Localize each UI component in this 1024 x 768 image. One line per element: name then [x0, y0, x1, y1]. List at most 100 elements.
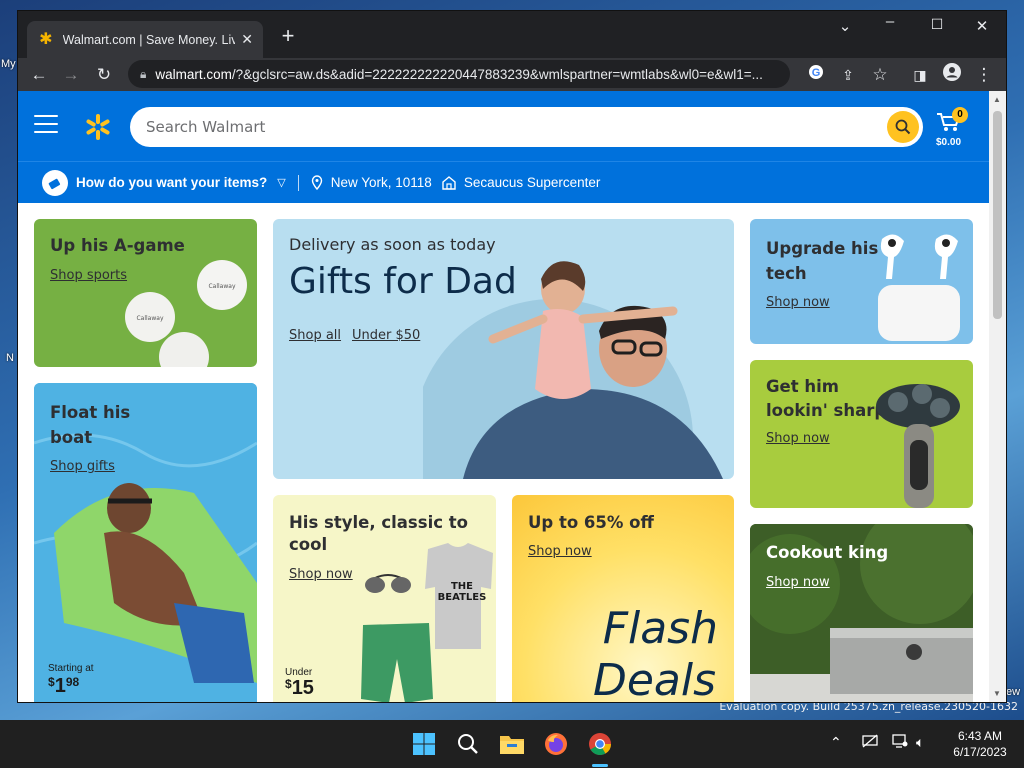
delivery-intent-icon [42, 169, 68, 196]
card-title-line2: lookin' sharp [766, 401, 887, 420]
search-input[interactable]: Search Walmart [130, 107, 923, 147]
tab-walmart[interactable]: ✱ Walmart.com | Save Money. Live ✕ [27, 21, 263, 58]
maximize-button[interactable]: ☐ [922, 16, 952, 33]
card-his-style[interactable]: His style, classic to cool Shop now THE … [273, 495, 496, 702]
card-title-line1: Upgrade his [766, 239, 879, 258]
under-50-link[interactable]: Under $50 [352, 328, 420, 343]
delivery-bar: How do you want your items? ▽ New York, … [18, 161, 989, 203]
close-tab-icon[interactable]: ✕ [241, 31, 253, 48]
shop-now-link[interactable]: Shop now [766, 575, 830, 590]
earbuds-image [878, 234, 960, 341]
lock-icon[interactable]: 🔒︎ [140, 67, 146, 82]
forward-button[interactable]: → [59, 63, 83, 87]
walmart-spark-icon: ✱ [39, 30, 53, 48]
walmart-spark-logo[interactable] [84, 113, 112, 141]
store-icon [442, 175, 456, 190]
desktop-icon-label[interactable]: N [6, 352, 14, 364]
browser-menu-icon[interactable]: ⋮ [972, 63, 996, 87]
svg-text:Callaway: Callaway [136, 315, 163, 322]
card-upgrade-tech[interactable]: Upgrade his tech Shop now [750, 219, 973, 344]
chevron-down-icon[interactable]: ▽ [277, 176, 285, 189]
deals-text: Deals [592, 655, 716, 702]
search-button[interactable] [887, 111, 919, 143]
card-title: Cookout king [766, 543, 889, 562]
browser-window: ✱ Walmart.com | Save Money. Live ✕ + ⌄ –… [18, 11, 1006, 702]
shirt-print-text: THE BEATLES [437, 581, 487, 603]
google-lens-icon[interactable]: G [804, 63, 828, 87]
golf-balls-image: Callaway Callaway [125, 260, 247, 367]
shop-gifts-link[interactable]: Shop gifts [50, 459, 115, 474]
scroll-thumb[interactable] [993, 111, 1002, 319]
scroll-up-arrow-icon[interactable]: ▲ [993, 95, 1001, 104]
profile-icon[interactable] [940, 63, 964, 87]
tab-search-chevron-icon[interactable]: ⌄ [830, 17, 860, 35]
card-title-line2: tech [766, 264, 807, 283]
card-lookin-sharp[interactable]: Get him lookin' sharp Shop now [750, 360, 973, 508]
card-title-line2: boat [50, 428, 93, 447]
price-prefix: Starting at [48, 663, 94, 674]
chrome-icon[interactable] [584, 728, 616, 760]
close-window-button[interactable]: ✕ [967, 17, 997, 35]
card-a-game[interactable]: Up his A-game Shop sports Callaway Calla… [34, 219, 257, 367]
shop-now-link[interactable]: Shop now [766, 431, 830, 446]
system-clock[interactable]: 6:43 AM 6/17/2023 [944, 728, 1016, 760]
desktop-icon-label[interactable]: My [1, 58, 16, 70]
shop-now-link[interactable]: Shop now [766, 295, 830, 310]
card-title-line1: Get him [766, 377, 839, 396]
url-text[interactable]: walmart.com/?&gclsrc=aw.ds&adid=22222222… [155, 67, 785, 82]
dad-and-daughter-image [423, 261, 723, 479]
menu-icon[interactable] [34, 115, 58, 133]
search-icon [895, 119, 911, 135]
search-placeholder: Search Walmart [146, 118, 266, 136]
windows-start-icon[interactable] [408, 728, 440, 760]
clock-date: 6/17/2023 [953, 745, 1007, 759]
card-gifts-for-dad[interactable]: Delivery as soon as today Gifts for Dad … [273, 219, 734, 479]
cart-button[interactable]: 0 $0.00 [936, 107, 968, 151]
store-text[interactable]: Secaucus Supercenter [464, 175, 601, 190]
firefox-icon[interactable] [540, 728, 572, 760]
price: $198 [48, 675, 80, 697]
address-bar[interactable]: 🔒︎ walmart.com/?&gclsrc=aw.ds&adid=22222… [128, 60, 790, 88]
card-title-line1: Float his [50, 403, 131, 422]
svg-text:Callaway: Callaway [208, 283, 235, 290]
back-button[interactable]: ← [27, 63, 51, 87]
browser-toolbar: ← → ↻ 🔒︎ walmart.com/?&gclsrc=aw.ds&adid… [18, 58, 1006, 91]
desktop-watermark-fragment: ew [1006, 686, 1021, 698]
page-scrollbar[interactable]: ▲ ▼ [989, 91, 1006, 702]
shaver-image [876, 384, 960, 508]
minimize-button[interactable]: – [875, 13, 905, 30]
volume-icon[interactable]: 🔈︎ [916, 734, 924, 751]
taskbar-search-icon[interactable] [452, 728, 484, 760]
card-cookout-king[interactable]: Cookout king Shop now [750, 524, 973, 702]
show-hidden-icons-chevron-icon[interactable]: ⌃ [830, 734, 842, 751]
scroll-down-arrow-icon[interactable]: ▼ [993, 689, 1001, 698]
clock-time: 6:43 AM [957, 729, 1003, 743]
shop-now-link[interactable]: Shop now [528, 544, 592, 559]
network-offline-icon[interactable] [862, 734, 878, 751]
shop-all-link[interactable]: Shop all [289, 328, 341, 343]
active-app-indicator [592, 764, 608, 767]
flash-text: Flash [602, 603, 718, 654]
reload-button[interactable]: ↻ [92, 63, 116, 87]
walmart-header: Search Walmart 0 $0.00 [18, 91, 989, 161]
divider [297, 174, 299, 191]
location-text[interactable]: New York, 10118 [331, 175, 432, 190]
bookmark-star-icon[interactable]: ☆ [868, 63, 892, 87]
cart-total: $0.00 [936, 137, 962, 148]
walmart-page: Search Walmart 0 $0.00 How do you want y… [18, 91, 989, 702]
card-flash-deals[interactable]: Up to 65% off Shop now Flash Deals [512, 495, 734, 702]
tab-strip: ✱ Walmart.com | Save Money. Live ✕ + ⌄ –… [18, 11, 1006, 58]
share-icon[interactable]: ⇪ [836, 63, 860, 87]
card-title-line2: cool [289, 535, 328, 554]
cart-count-badge: 0 [952, 107, 968, 123]
file-explorer-icon[interactable] [496, 728, 528, 760]
windows-taskbar: ⌃ 🔈︎ 6:43 AM 6/17/2023 [0, 720, 1024, 768]
display-icon[interactable] [892, 734, 908, 751]
new-tab-button[interactable]: + [276, 25, 300, 47]
card-float-boat[interactable]: Float his boat Shop gifts Starting at $1… [34, 383, 257, 702]
delivery-question[interactable]: How do you want your items? [76, 175, 267, 190]
shop-now-link[interactable]: Shop now [289, 567, 353, 582]
svg-text:G: G [812, 67, 821, 79]
side-panel-icon[interactable]: ◨ [908, 63, 932, 87]
clothing-image [361, 543, 493, 702]
